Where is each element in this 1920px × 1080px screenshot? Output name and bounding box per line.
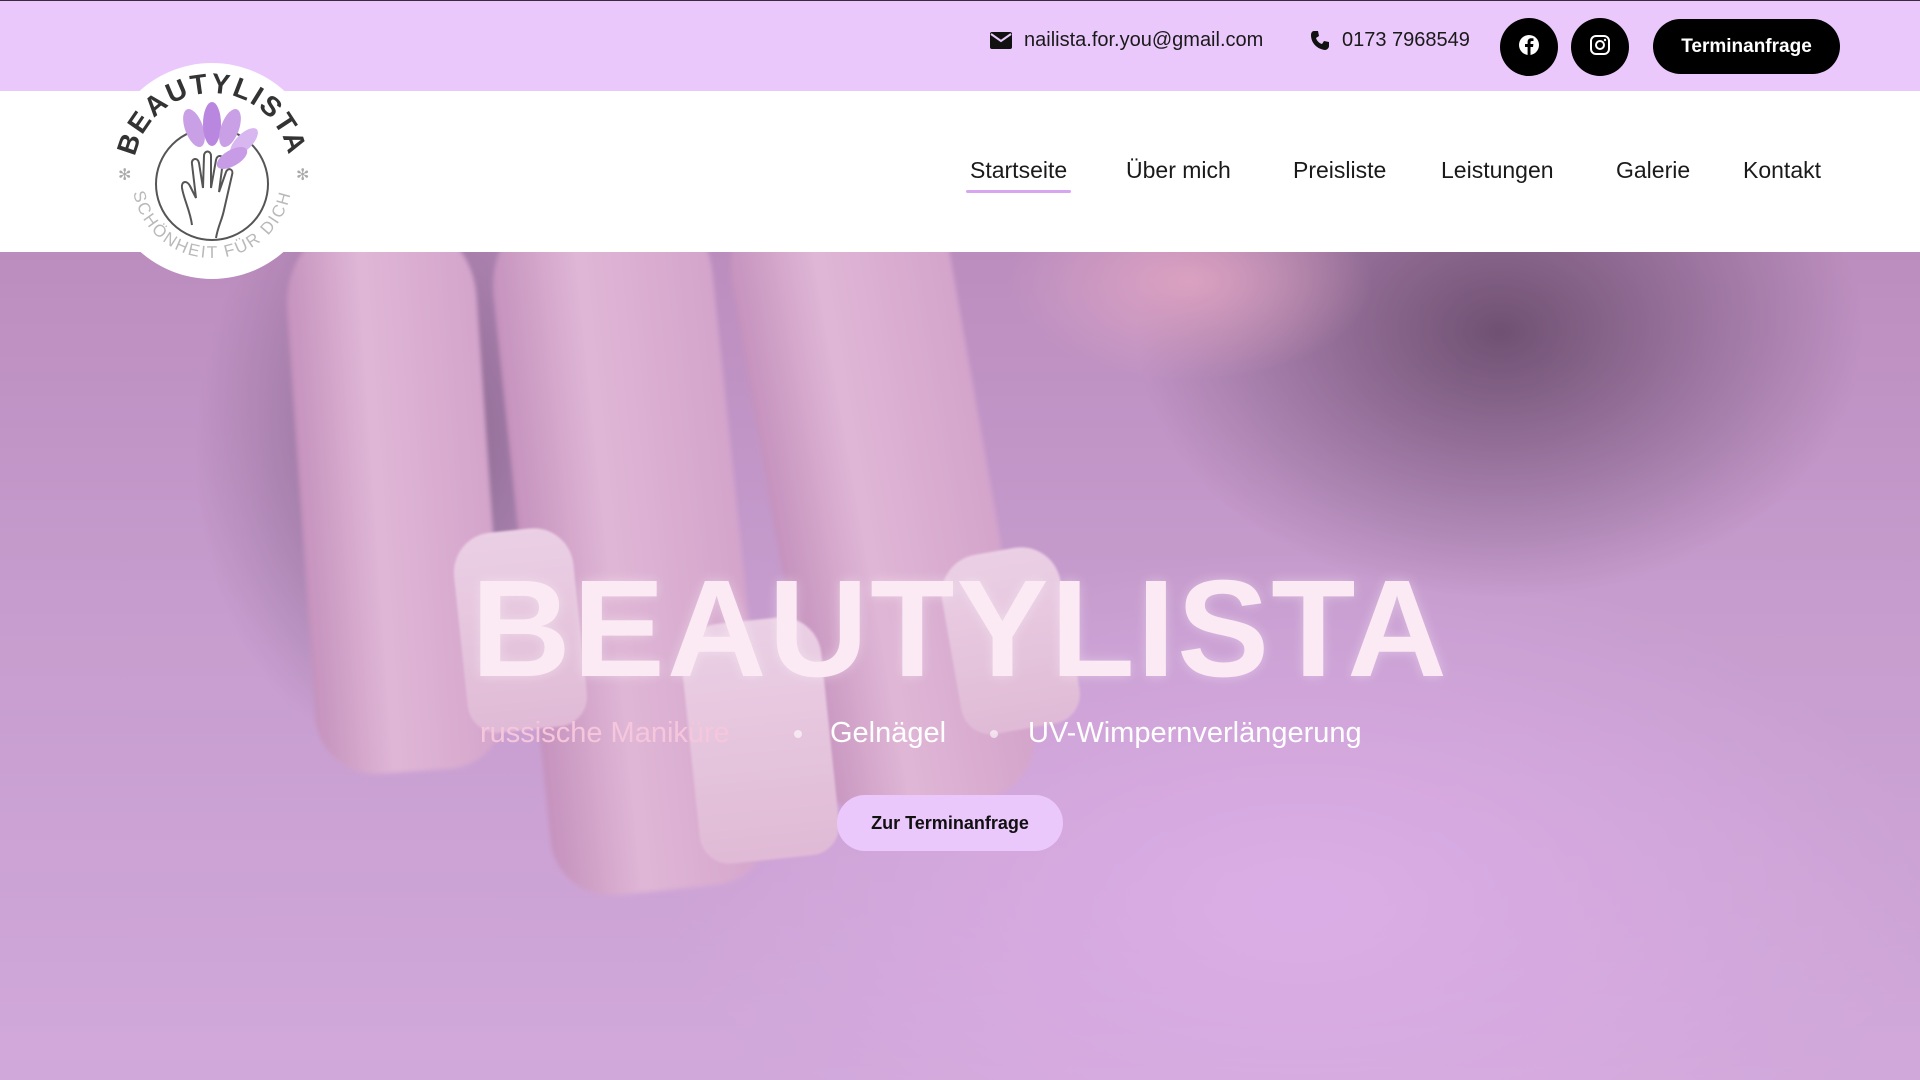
envelope-icon: [990, 32, 1012, 49]
phone-icon: [1310, 30, 1330, 51]
svg-text:✻: ✻: [296, 165, 309, 184]
phone-contact[interactable]: 0173 7968549: [1310, 29, 1470, 52]
appointment-request-button[interactable]: Terminanfrage: [1653, 19, 1840, 74]
separator-dot: [794, 730, 802, 738]
nav-item-leistungen[interactable]: Leistungen: [1441, 157, 1554, 184]
nav-item-startseite[interactable]: Startseite: [965, 157, 1072, 193]
service-russische-manikuere: russische Maniküre: [480, 717, 730, 749]
phone-text[interactable]: 0173 7968549: [1342, 29, 1470, 52]
separator-dot: [990, 730, 998, 738]
nav-item-ueber-mich[interactable]: Über mich: [1126, 157, 1231, 184]
email-text[interactable]: nailista.for.you@gmail.com: [1024, 29, 1263, 52]
email-contact[interactable]: nailista.for.you@gmail.com: [990, 29, 1263, 52]
hero-section: BEAUTYLISTA russische Maniküre Gelnägel …: [0, 252, 1920, 1080]
nav-item-preisliste[interactable]: Preisliste: [1293, 157, 1386, 184]
service-gelnaegel: Gelnägel: [830, 717, 947, 749]
facebook-icon: [1518, 34, 1540, 61]
hero-title: BEAUTYLISTA: [471, 552, 1449, 706]
nav-item-kontakt[interactable]: Kontakt: [1743, 157, 1821, 184]
svg-text:✻: ✻: [118, 165, 131, 184]
instagram-button[interactable]: [1571, 18, 1629, 76]
nav-item-galerie[interactable]: Galerie: [1616, 157, 1690, 184]
service-uv-wimpernverlaengerung: UV-Wimpernverlängerung: [1028, 717, 1362, 749]
hero-appointment-button[interactable]: Zur Terminanfrage: [837, 795, 1063, 851]
instagram-icon: [1589, 34, 1611, 61]
facebook-button[interactable]: [1500, 18, 1558, 76]
site-logo[interactable]: BEAUTYLISTA SCHÖNHEIT FÜR DICH ✻ ✻: [104, 60, 320, 282]
